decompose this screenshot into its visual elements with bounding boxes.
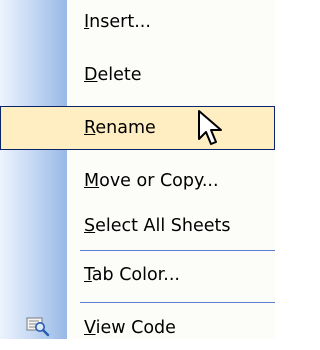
menu-item-insert-label: Insert... [84, 12, 151, 32]
arrow-pointer-icon [197, 109, 229, 153]
menu-separator [80, 250, 275, 251]
menu-separator [80, 302, 275, 303]
menu-item-move-or-copy-label: Move or Copy... [84, 171, 219, 191]
menu-item-view-code-label: View Code [84, 318, 176, 338]
menu-item-move-or-copy[interactable]: Move or Copy... [0, 159, 275, 203]
menu-item-rename[interactable]: Rename [0, 106, 275, 150]
menu-item-delete-label: Delete [84, 65, 142, 85]
menu-item-select-all-sheets-label: Select All Sheets [84, 216, 231, 236]
menu-item-select-all-sheets[interactable]: Select All Sheets [0, 204, 275, 248]
menu-item-tab-color-label: Tab Color... [84, 265, 180, 285]
sheet-tab-context-menu: Insert... Delete Rename Move or Copy... … [0, 0, 275, 339]
menu-item-insert[interactable]: Insert... [0, 0, 275, 44]
menu-item-view-code[interactable]: View Code [0, 306, 275, 350]
menu-item-rename-label: Rename [84, 118, 156, 138]
menu-item-tab-color[interactable]: Tab Color... [0, 253, 275, 297]
view-code-icon [26, 314, 50, 342]
menu-item-delete[interactable]: Delete [0, 53, 275, 97]
